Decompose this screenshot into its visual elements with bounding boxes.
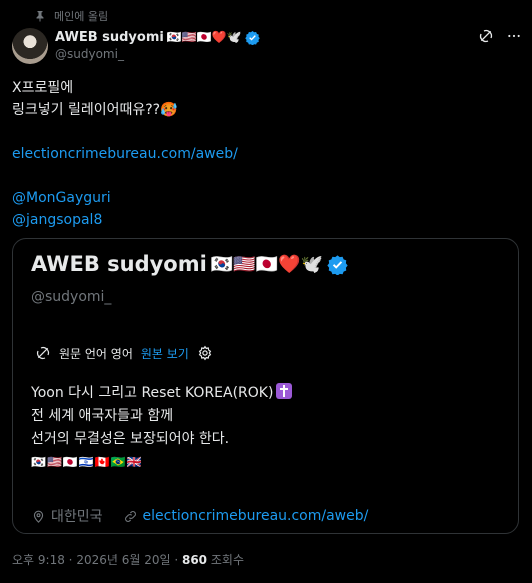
top-actions — [478, 28, 522, 44]
bio-line-1: Yoon 다시 그리고 Reset KOREA(ROK) — [31, 385, 274, 401]
card-name-emojis: 🇰🇷🇺🇸🇯🇵❤️🕊️ — [210, 253, 323, 275]
view-original-link[interactable]: 원본 보기 — [141, 345, 189, 362]
post-mention-jangsopal8[interactable]: @jangsopal8 — [12, 210, 512, 232]
card-location: 대한민국 — [51, 509, 103, 525]
card-meta: 대한민국 electioncrimebureau.com/aweb/ — [31, 507, 368, 525]
author-name-emojis: 🇰🇷🇺🇸🇯🇵❤️🕊️ — [166, 30, 242, 44]
post-link-url[interactable]: electioncrimebureau.com/aweb/ — [12, 144, 512, 166]
author-display-name: AWEB sudyomi — [55, 29, 164, 45]
card-handle: @sudyomi_ — [31, 289, 112, 305]
bio-flags: 🇰🇷🇺🇸🇯🇵🇮🇱🇨🇦🇧🇷🇬🇧 — [31, 455, 143, 469]
post-footer: 오후 9:18 · 2026년 6월 20일 · 860 조회수 — [12, 553, 244, 567]
bio-line-2: 전 세계 애국자들과 함께 — [31, 408, 174, 424]
pinned-label: 메인에 올림 — [54, 10, 109, 23]
author-name[interactable]: AWEB sudyomi 🇰🇷🇺🇸🇯🇵❤️🕊️ — [55, 28, 260, 46]
profile-card[interactable]: AWEB sudyomi 🇰🇷🇺🇸🇯🇵❤️🕊️ @sudyomi_ 원문 언어 … — [12, 238, 519, 534]
location-pin-icon — [33, 510, 44, 523]
bio-line: Yoon 다시 그리고 Reset KOREA(ROK) — [31, 382, 501, 405]
post-line: 링크넣기 릴레이어때유??🥵 — [12, 102, 178, 118]
post-line-blank — [12, 166, 512, 188]
translation-source-label: 원문 언어 영어 — [59, 346, 133, 361]
more-options-icon[interactable] — [506, 28, 522, 44]
bio-line-3: 선거의 무결성은 보장되어야 한다. — [31, 431, 230, 447]
post-mention-mongayguri[interactable]: @MonGayguri — [12, 188, 512, 210]
card-display-name: AWEB sudyomi 🇰🇷🇺🇸🇯🇵❤️🕊️ — [31, 249, 348, 279]
grok-icon[interactable] — [478, 28, 494, 44]
post-line: X프로필에 — [12, 80, 74, 96]
view-count-label: 조회수 — [210, 553, 244, 567]
post-time[interactable]: 오후 9:18 — [12, 553, 65, 567]
card-name-text: AWEB sudyomi — [31, 252, 207, 276]
post-body: X프로필에 링크넣기 릴레이어때유??🥵 electioncrimebureau… — [12, 78, 512, 232]
translate-icon — [36, 346, 50, 360]
cross-icon — [276, 383, 293, 399]
verified-badge-icon — [244, 30, 260, 45]
post-line-blank — [12, 122, 512, 144]
link-icon — [124, 510, 136, 522]
post-date[interactable]: 2026년 6월 20일 — [76, 553, 170, 567]
translation-bar: 원문 언어 영어 원본 보기 — [35, 343, 213, 363]
pin-icon — [36, 11, 44, 22]
gear-icon[interactable] — [197, 345, 213, 361]
card-website-link[interactable]: electioncrimebureau.com/aweb/ — [143, 508, 369, 524]
pinned-indicator: 메인에 올림 — [34, 8, 108, 24]
avatar[interactable] — [12, 28, 48, 64]
verified-badge-icon — [327, 254, 348, 275]
card-bio: Yoon 다시 그리고 Reset KOREA(ROK) 전 세계 애국자들과 … — [31, 382, 501, 474]
author-handle[interactable]: @sudyomi_ — [55, 47, 124, 61]
view-count: 860 — [181, 553, 208, 567]
